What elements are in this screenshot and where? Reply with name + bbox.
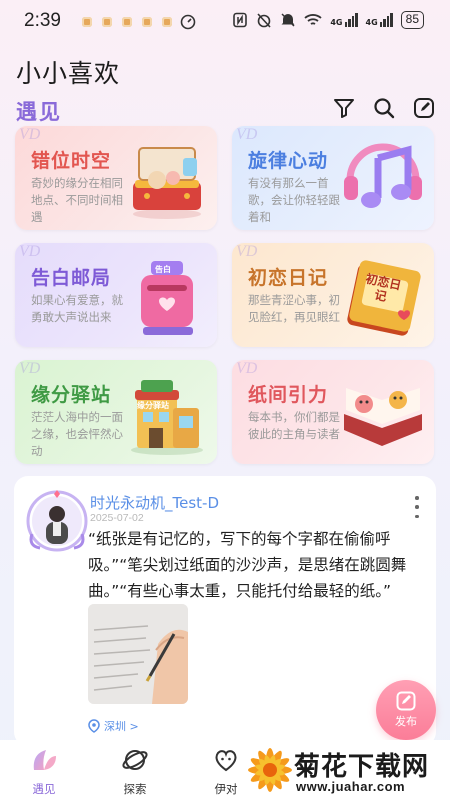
card-watermark: VD bbox=[236, 126, 258, 143]
notification-icon bbox=[142, 17, 152, 27]
notification-icons bbox=[82, 14, 196, 30]
nav-label: 遇见 bbox=[32, 782, 56, 796]
avatar[interactable] bbox=[26, 490, 88, 552]
card-desc: 茫茫人海中的一面之缘，也会怦然心动 bbox=[31, 410, 123, 458]
more-options-button[interactable] bbox=[414, 496, 420, 518]
feature-card-confession-post[interactable]: VD 告白邮局 如果心有爱意，就勇敢大声说出来 告白 bbox=[15, 243, 217, 347]
status-icons: 4G 4G 85 bbox=[232, 11, 424, 29]
nav-item-meet[interactable]: 遇见 bbox=[14, 746, 74, 797]
edit-icon bbox=[396, 691, 416, 711]
post-card[interactable]: 时光永动机_Test-D 2025-07-02 “纸张是有记忆的，写下的每个字都… bbox=[14, 476, 436, 746]
feature-card-first-love-diary[interactable]: VD 初恋日记 那些青涩心事，初见脸红，再见眼红 初恋日记 bbox=[232, 243, 434, 347]
nav-label: 探索 bbox=[123, 782, 147, 796]
feature-card-time-space[interactable]: VD 错位时空 奇妙的缘分在相同地点、不同时间相遇 bbox=[15, 126, 217, 230]
post-image[interactable] bbox=[88, 604, 188, 704]
battery-indicator: 85 bbox=[400, 11, 424, 29]
more-dot-icon bbox=[415, 496, 419, 500]
edit-button[interactable] bbox=[412, 96, 436, 120]
card-title: 告白邮局 bbox=[31, 267, 112, 289]
open-book-illustration bbox=[344, 388, 422, 446]
card-watermark: VD bbox=[19, 243, 41, 260]
mailbox-label: 告白 bbox=[155, 265, 171, 274]
mute-icon bbox=[281, 13, 295, 27]
alarm-off-icon bbox=[257, 13, 271, 28]
watermark-url: www.juahar.com bbox=[296, 779, 406, 794]
card-desc: 那些青涩心事，初见脸红，再见眼红 bbox=[248, 293, 340, 324]
wifi-icon bbox=[304, 14, 322, 25]
station-building-illustration bbox=[131, 380, 203, 455]
post-author[interactable]: 时光永动机_Test-D bbox=[90, 492, 219, 513]
card-watermark: VD bbox=[19, 360, 41, 377]
card-desc: 有没有那么一首歌，会让你轻轻跟着和 bbox=[248, 176, 340, 224]
location-label: 深圳 > bbox=[104, 720, 139, 733]
feature-card-fate-station[interactable]: VD 缘分驿站 茫茫人海中的一面之缘，也会怦然心动 缘分驿站 bbox=[15, 360, 217, 464]
app-title: 小小喜欢 bbox=[16, 59, 121, 88]
music-note-headphones-illustration bbox=[344, 143, 422, 208]
card-watermark: VD bbox=[236, 360, 258, 377]
search-button[interactable] bbox=[372, 96, 396, 120]
section-title: 遇见 bbox=[16, 100, 62, 124]
nav-item-explore[interactable]: 探索 bbox=[105, 746, 165, 797]
post-location[interactable]: 深圳 > bbox=[88, 718, 139, 734]
edit-icon bbox=[414, 98, 434, 118]
publish-button[interactable]: 发布 bbox=[376, 680, 436, 740]
music-box-illustration bbox=[133, 147, 201, 219]
watermark-title: 菊花下载网 bbox=[294, 752, 430, 782]
chrysanthemum-logo-icon bbox=[248, 748, 292, 792]
feature-card-paper-gravity[interactable]: VD 纸间引力 每本书，你们都是彼此的主角与读者 bbox=[232, 360, 434, 464]
notification-icon bbox=[82, 17, 92, 27]
more-dot-icon bbox=[415, 505, 419, 509]
speedometer-icon bbox=[180, 14, 196, 30]
post-content: “纸张是有记忆的，写下的每个字都在偷偷呼吸。”“笔尖划过纸面的沙沙声，是思绪在跳… bbox=[88, 530, 407, 600]
location-pin-icon bbox=[88, 719, 100, 733]
notification-icon bbox=[162, 17, 172, 27]
signal-icon: 4G bbox=[366, 13, 393, 27]
filter-button[interactable] bbox=[332, 96, 356, 120]
station-label: 缘分驿站 bbox=[137, 401, 169, 410]
handwriting-photo-icon bbox=[88, 604, 188, 704]
card-desc: 奇妙的缘分在相同地点、不同时间相遇 bbox=[31, 176, 123, 224]
status-time: 2:39 bbox=[24, 10, 61, 31]
card-title: 初恋日记 bbox=[248, 267, 329, 289]
planet-icon bbox=[122, 750, 148, 770]
header-actions bbox=[332, 96, 436, 120]
card-title: 错位时空 bbox=[31, 150, 112, 172]
card-title: 缘分驿站 bbox=[31, 384, 112, 406]
heart-face-icon bbox=[215, 750, 237, 772]
publish-label: 发布 bbox=[395, 715, 417, 728]
card-title: 纸间引力 bbox=[248, 384, 329, 406]
nfc-icon bbox=[233, 12, 248, 28]
site-watermark: 菊花下载网 www.juahar.com bbox=[244, 742, 450, 800]
post-date: 2025-07-02 bbox=[90, 512, 144, 524]
card-watermark: VD bbox=[236, 243, 258, 260]
card-title: 旋律心动 bbox=[248, 150, 329, 172]
card-desc: 如果心有爱意，就勇敢大声说出来 bbox=[31, 293, 123, 324]
filter-icon bbox=[334, 99, 354, 118]
more-dot-icon bbox=[415, 514, 419, 518]
search-icon bbox=[374, 98, 395, 119]
feature-card-melody[interactable]: VD 旋律心动 有没有那么一首歌，会让你轻轻跟着和 bbox=[232, 126, 434, 230]
card-desc: 每本书，你们都是彼此的主角与读者 bbox=[248, 410, 340, 441]
card-watermark: VD bbox=[19, 126, 41, 143]
notification-icon bbox=[122, 17, 132, 27]
status-bar: 2:39 4G 4G 85 bbox=[0, 0, 450, 44]
notification-icon bbox=[102, 17, 112, 27]
signal-icon: 4G bbox=[330, 13, 358, 27]
meet-icon bbox=[33, 750, 56, 770]
